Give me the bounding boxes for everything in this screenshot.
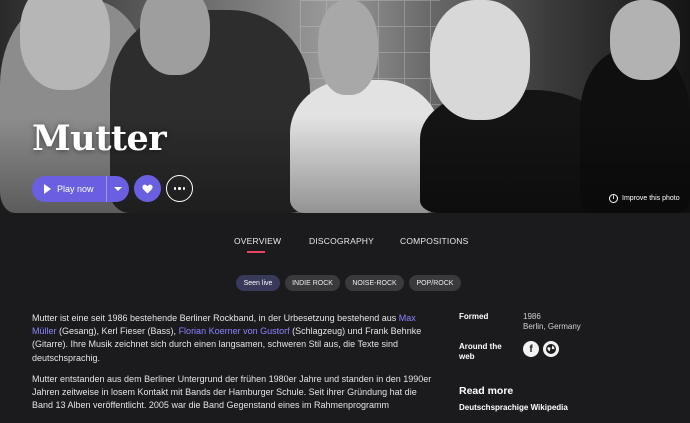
around-the-web-label: Around the web bbox=[459, 342, 502, 361]
bio-paragraph: Mutter ist eine seit 1986 bestehende Ber… bbox=[32, 312, 432, 365]
improve-photo-label: Improve this photo bbox=[622, 195, 680, 202]
read-more-heading: Read more bbox=[459, 385, 514, 397]
tab-overview[interactable]: OVERVIEW bbox=[234, 236, 281, 246]
bio-text: Mutter ist eine seit 1986 bestehende Ber… bbox=[32, 313, 399, 323]
info-icon: i bbox=[609, 194, 618, 203]
play-now-label: Play now bbox=[57, 184, 94, 194]
tab-compositions[interactable]: COMPOSITIONS bbox=[400, 236, 469, 246]
heart-icon bbox=[142, 184, 153, 194]
more-options-button[interactable] bbox=[166, 175, 193, 202]
play-now-button[interactable]: Play now bbox=[32, 176, 106, 202]
tab-discography[interactable]: DISCOGRAPHY bbox=[309, 236, 374, 246]
genre-chip-noise-rock[interactable]: NOISE-ROCK bbox=[345, 275, 404, 291]
globe-glyph bbox=[546, 344, 556, 354]
chevron-down-icon bbox=[114, 187, 122, 191]
genre-chip-seen-live[interactable]: Seen live bbox=[236, 275, 280, 291]
genre-chip-indie-rock[interactable]: INDIE ROCK bbox=[285, 275, 340, 291]
globe-icon[interactable] bbox=[543, 341, 559, 357]
artist-tabs: OVERVIEW DISCOGRAPHY COMPOSITIONS bbox=[0, 236, 690, 256]
play-button-group: Play now bbox=[32, 176, 129, 202]
more-dot bbox=[173, 187, 177, 190]
active-tab-indicator bbox=[247, 251, 265, 253]
improve-photo-link[interactable]: i Improve this photo bbox=[609, 194, 680, 203]
web-links: f bbox=[523, 341, 559, 357]
formed-place: Berlin, Germany bbox=[523, 322, 581, 331]
more-dot bbox=[178, 187, 181, 190]
play-options-dropdown[interactable] bbox=[107, 176, 129, 202]
formed-label: Formed bbox=[459, 312, 489, 321]
formed-year: 1986 bbox=[523, 312, 541, 321]
facebook-icon[interactable]: f bbox=[523, 341, 539, 357]
favorite-button[interactable] bbox=[134, 175, 161, 202]
member-link-florian-koerner[interactable]: Florian Koerner von Gustorf bbox=[179, 326, 290, 336]
bio-paragraph: Mutter entstanden aus dem Berliner Unter… bbox=[32, 373, 432, 411]
bio-text: (Gesang), Kerl Fieser (Bass), bbox=[56, 326, 179, 337]
artist-biography: Mutter ist eine seit 1986 bestehende Ber… bbox=[32, 312, 432, 420]
genre-chip-pop-rock[interactable]: POP/ROCK bbox=[409, 275, 461, 291]
artist-name: Mutter bbox=[32, 118, 167, 159]
more-dot bbox=[182, 187, 186, 190]
wikipedia-link[interactable]: Deutschsprachige Wikipedia bbox=[459, 403, 568, 412]
play-icon bbox=[44, 184, 51, 194]
